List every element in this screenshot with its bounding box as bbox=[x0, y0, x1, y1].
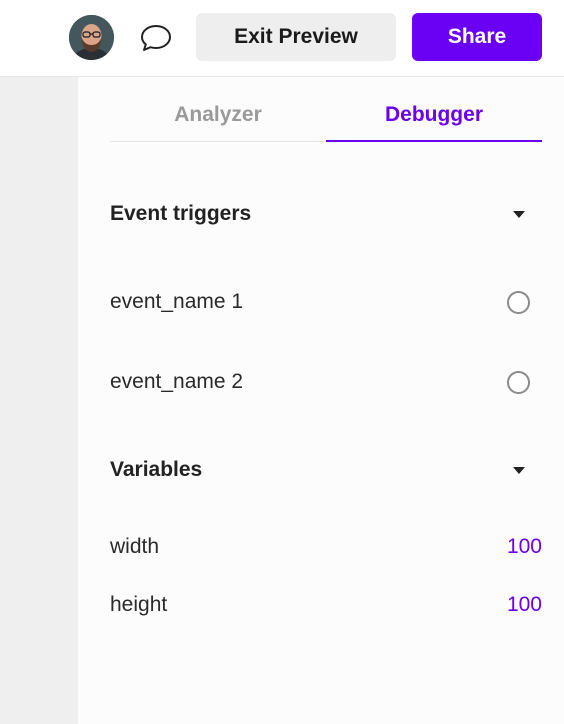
share-button[interactable]: Share bbox=[412, 13, 542, 61]
caret-down-icon[interactable] bbox=[513, 466, 525, 474]
caret-down-icon[interactable] bbox=[513, 210, 525, 218]
avatar-image bbox=[69, 15, 114, 60]
event-trigger-row: event_name 2 bbox=[110, 367, 542, 397]
variable-label: width bbox=[110, 535, 160, 558]
event-triggers-title: Event triggers bbox=[110, 202, 252, 225]
variable-value: 100 bbox=[506, 593, 542, 616]
tab-debugger[interactable]: Debugger bbox=[326, 103, 542, 127]
variable-row: height 100 bbox=[110, 590, 542, 620]
event-trigger-row: event_name 1 bbox=[110, 287, 542, 317]
tab-analyzer[interactable]: Analyzer bbox=[110, 103, 326, 127]
event-trigger-radio[interactable] bbox=[507, 370, 530, 394]
left-rail bbox=[0, 77, 78, 724]
variable-label: height bbox=[110, 593, 168, 616]
top-bar: Exit Preview Share bbox=[0, 0, 564, 77]
user-avatar[interactable] bbox=[69, 15, 114, 60]
variables-title: Variables bbox=[110, 458, 203, 481]
event-trigger-label: event_name 1 bbox=[110, 290, 244, 313]
event-trigger-radio[interactable] bbox=[507, 290, 530, 314]
variables-header[interactable]: Variables bbox=[110, 455, 542, 485]
debugger-panel: Analyzer Debugger Event triggers event_n… bbox=[78, 77, 564, 724]
variable-row: width 100 bbox=[110, 532, 542, 562]
comment-icon bbox=[141, 25, 171, 51]
event-triggers-header[interactable]: Event triggers bbox=[110, 199, 542, 229]
variable-value: 100 bbox=[506, 535, 542, 558]
exit-preview-button[interactable]: Exit Preview bbox=[196, 13, 396, 61]
event-trigger-label: event_name 2 bbox=[110, 370, 244, 393]
comment-button[interactable] bbox=[137, 20, 175, 56]
active-tab-indicator bbox=[326, 140, 542, 142]
panel-tabs: Analyzer Debugger bbox=[110, 77, 542, 142]
